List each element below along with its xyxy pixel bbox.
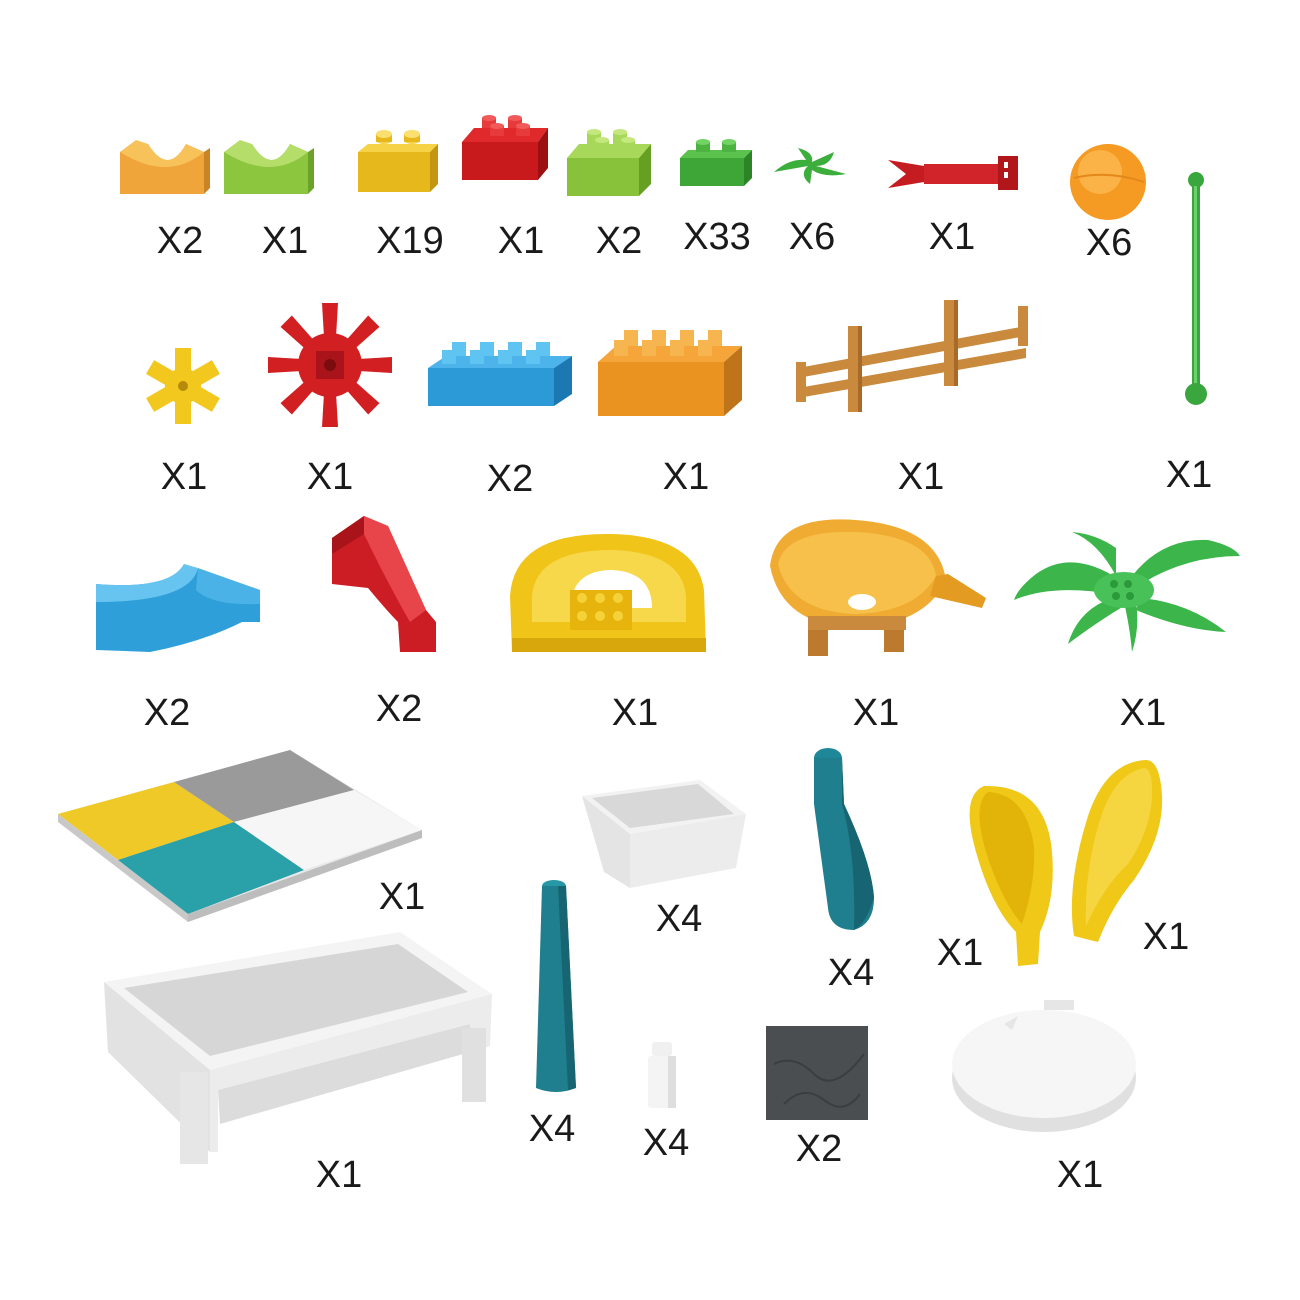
red-slide-image bbox=[328, 514, 440, 656]
qty-label: X2 bbox=[486, 458, 534, 500]
qty-label: X1 bbox=[852, 692, 900, 734]
qty-label: X19 bbox=[376, 220, 444, 262]
qty-label: X1 bbox=[497, 220, 545, 262]
teal-straight-leg-image bbox=[532, 878, 580, 1096]
red-2x2-brick-image bbox=[460, 112, 550, 184]
qty-label: X33 bbox=[683, 216, 751, 258]
red-water-wheel-image bbox=[260, 300, 400, 430]
large-white-tray-image bbox=[100, 928, 496, 1168]
orange-ball-image bbox=[1068, 142, 1148, 222]
yellow-small-gear-image bbox=[138, 346, 228, 426]
orange-funnel-bowl-image bbox=[766, 516, 990, 666]
green-axle-rod-image bbox=[1178, 170, 1214, 410]
teal-curved-leg-image bbox=[804, 744, 880, 934]
qty-label: X4 bbox=[642, 1122, 690, 1164]
qty-label: X1 bbox=[1142, 916, 1190, 958]
lime-curved-ramp-block-image bbox=[222, 132, 314, 202]
grey-foam-square-image bbox=[764, 1024, 870, 1122]
qty-label: X1 bbox=[1119, 692, 1167, 734]
qty-label: X1 bbox=[1056, 1154, 1104, 1196]
qty-label: X6 bbox=[1085, 222, 1133, 264]
white-peg-image bbox=[646, 1040, 678, 1112]
qty-label: X2 bbox=[795, 1128, 843, 1170]
qty-label: X2 bbox=[595, 220, 643, 262]
qty-label: X2 bbox=[143, 692, 191, 734]
qty-label: X1 bbox=[928, 216, 976, 258]
qty-label: X1 bbox=[936, 932, 984, 974]
qty-label: X1 bbox=[378, 876, 426, 918]
qty-label: X4 bbox=[655, 898, 703, 940]
orange-4x2-brick-image bbox=[596, 322, 746, 422]
yellow-2x1-brick-image bbox=[356, 130, 440, 196]
qty-label: X1 bbox=[306, 456, 354, 498]
qty-label: X1 bbox=[315, 1154, 363, 1196]
blue-4x2-brick-image bbox=[426, 336, 576, 412]
qty-label: X1 bbox=[611, 692, 659, 734]
qty-label: X1 bbox=[662, 456, 710, 498]
qty-label: X4 bbox=[528, 1108, 576, 1150]
red-clip-connector-image bbox=[884, 152, 1022, 196]
baseplate-image bbox=[54, 746, 424, 922]
lime-2x2-brick-image bbox=[565, 124, 655, 200]
green-small-leaf-image bbox=[770, 146, 848, 186]
green-2x1-brick-image bbox=[678, 139, 754, 190]
brown-fence-image bbox=[796, 296, 1032, 416]
white-round-base-image bbox=[948, 992, 1140, 1138]
qty-label: X1 bbox=[160, 456, 208, 498]
qty-label: X4 bbox=[827, 952, 875, 994]
qty-label: X1 bbox=[1165, 454, 1213, 496]
qty-label: X2 bbox=[156, 220, 204, 262]
orange-curved-ramp-block-image bbox=[118, 132, 210, 202]
qty-label: X6 bbox=[788, 216, 836, 258]
qty-label: X1 bbox=[897, 456, 945, 498]
qty-label: X2 bbox=[375, 688, 423, 730]
green-palm-leaves-image bbox=[1012, 528, 1242, 658]
blue-curved-track-image bbox=[92, 562, 270, 656]
qty-label: X1 bbox=[261, 220, 309, 262]
yellow-u-turn-track-image bbox=[496, 526, 710, 662]
small-white-tray-image bbox=[578, 776, 750, 892]
